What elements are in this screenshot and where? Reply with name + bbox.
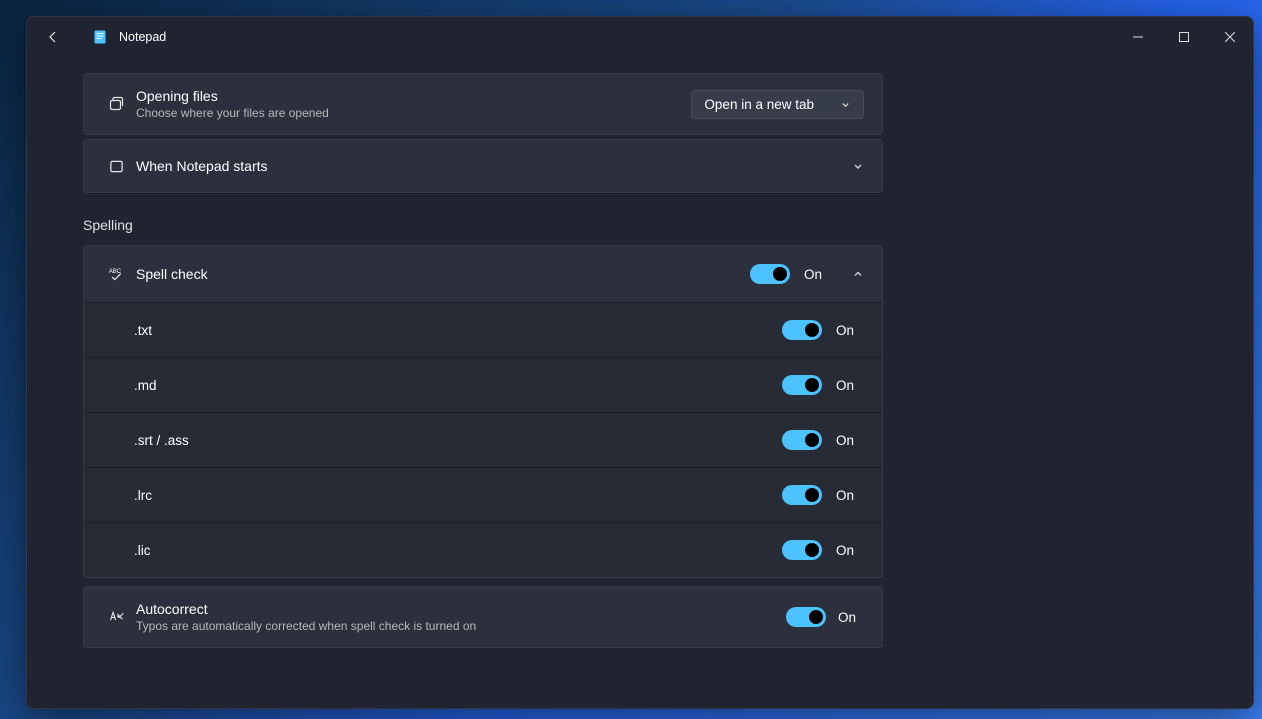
spellcheck-filetype-state: On xyxy=(836,323,862,338)
maximize-button[interactable] xyxy=(1161,17,1207,57)
minimize-icon xyxy=(1133,32,1143,42)
autocorrect-subtitle: Typos are automatically corrected when s… xyxy=(136,619,786,633)
spellcheck-header[interactable]: ABC Spell check On xyxy=(84,246,882,302)
spellcheck-filetype-row: .md On xyxy=(84,357,882,412)
chevron-up-icon xyxy=(852,268,864,280)
autocorrect-title: Autocorrect xyxy=(136,601,786,617)
spellcheck-filetype-state: On xyxy=(836,543,862,558)
back-arrow-icon xyxy=(45,29,61,45)
spelling-section-header: Spelling xyxy=(83,217,883,233)
spellcheck-filetype-row: .lic On xyxy=(84,522,882,577)
spellcheck-filetype-toggle[interactable] xyxy=(782,430,822,450)
new-tab-icon xyxy=(108,96,124,112)
spellcheck-expander: ABC Spell check On .txtOn.mdOn.srt / .as… xyxy=(83,245,883,578)
spellcheck-title: Spell check xyxy=(136,266,750,282)
settings-scroll-area[interactable]: Opening files Choose where your files ar… xyxy=(27,57,1253,708)
app-title: Notepad xyxy=(119,30,166,44)
window-icon xyxy=(109,159,124,174)
opening-files-card[interactable]: Opening files Choose where your files ar… xyxy=(83,73,883,135)
autocorrect-toggle[interactable] xyxy=(786,607,826,627)
spellcheck-filetype-label: .md xyxy=(134,378,782,393)
spellcheck-filetype-label: .srt / .ass xyxy=(134,433,782,448)
minimize-button[interactable] xyxy=(1115,17,1161,57)
spellcheck-filetype-toggle[interactable] xyxy=(782,485,822,505)
spellcheck-filetype-row: .srt / .ass On xyxy=(84,412,882,467)
notepad-app-icon xyxy=(91,28,109,46)
maximize-icon xyxy=(1179,32,1189,42)
when-notepad-starts-card[interactable]: When Notepad starts xyxy=(83,139,883,193)
autocorrect-state: On xyxy=(838,610,864,625)
spellcheck-state: On xyxy=(804,267,830,282)
opening-files-title: Opening files xyxy=(136,88,691,104)
titlebar: Notepad xyxy=(27,17,1253,57)
close-button[interactable] xyxy=(1207,17,1253,57)
spellcheck-toggle[interactable] xyxy=(750,264,790,284)
spellcheck-filetype-toggle[interactable] xyxy=(782,375,822,395)
spellcheck-filetype-state: On xyxy=(836,378,862,393)
opening-files-subtitle: Choose where your files are opened xyxy=(136,106,691,120)
when-notepad-starts-title: When Notepad starts xyxy=(136,158,852,174)
spellcheck-filetype-label: .lrc xyxy=(134,488,782,503)
spellcheck-filetype-label: .lic xyxy=(134,543,782,558)
close-icon xyxy=(1225,32,1235,42)
spellcheck-filetype-toggle[interactable] xyxy=(782,320,822,340)
back-button[interactable] xyxy=(37,21,69,53)
autocorrect-card[interactable]: Autocorrect Typos are automatically corr… xyxy=(83,586,883,648)
spellcheck-filetype-row: .lrc On xyxy=(84,467,882,522)
opening-files-selected: Open in a new tab xyxy=(704,97,814,112)
spellcheck-filetype-row: .txt On xyxy=(84,302,882,357)
app-window: Notepad Opening files Choose wher xyxy=(26,16,1254,709)
chevron-down-icon xyxy=(852,160,864,172)
autocorrect-icon xyxy=(108,609,125,626)
spellcheck-filetype-label: .txt xyxy=(134,323,782,338)
spellcheck-icon: ABC xyxy=(108,266,125,283)
spellcheck-filetype-toggle[interactable] xyxy=(782,540,822,560)
spellcheck-filetype-state: On xyxy=(836,488,862,503)
window-controls xyxy=(1115,17,1253,57)
spellcheck-filetype-state: On xyxy=(836,433,862,448)
chevron-down-icon xyxy=(840,99,851,110)
opening-files-dropdown[interactable]: Open in a new tab xyxy=(691,90,864,119)
